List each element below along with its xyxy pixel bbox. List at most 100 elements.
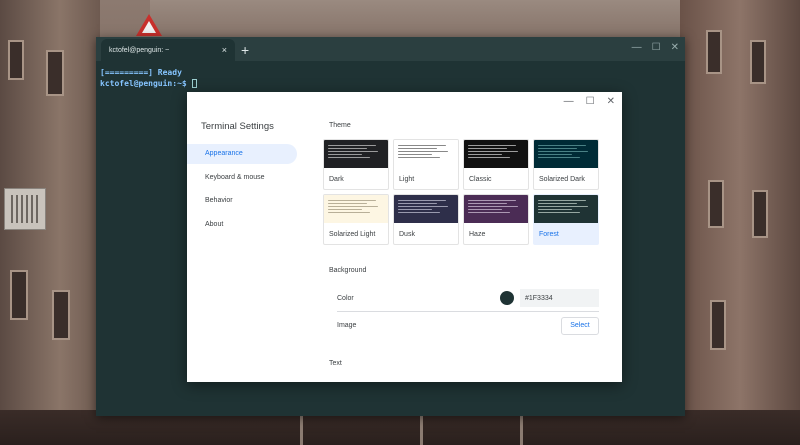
preview-line	[398, 205, 449, 207]
theme-card-forest[interactable]: Forest	[533, 194, 599, 245]
maximize-icon[interactable]: ☐	[652, 42, 661, 53]
nav-item-keyboard-mouse[interactable]: Keyboard & mouse	[187, 168, 297, 188]
preview-line	[328, 202, 368, 204]
background-color-row: Color	[337, 285, 599, 312]
preview-line	[468, 211, 510, 213]
theme-preview	[534, 140, 598, 168]
image-label: Image	[337, 322, 357, 329]
theme-card-light[interactable]: Light	[393, 139, 459, 190]
theme-name: Solarized Dark	[539, 176, 585, 183]
text-section-title: Text	[329, 360, 342, 367]
window-decoration	[710, 300, 726, 350]
close-icon[interactable]: ✕	[607, 96, 615, 107]
terminal-prompt: kctofel@penguin:~$	[100, 79, 192, 88]
theme-name: Solarized Light	[329, 231, 376, 238]
preview-line	[328, 144, 376, 146]
preview-line	[468, 150, 519, 152]
window-decoration	[750, 40, 766, 84]
theme-name: Light	[399, 176, 415, 183]
preview-line	[328, 205, 379, 207]
theme-grid: Dark Light Classic Solarized Dark Solari…	[323, 139, 601, 245]
select-image-button[interactable]: Select	[561, 316, 599, 335]
preview-line	[468, 153, 502, 155]
terminal-tab-bar: kctofel@penguin: ~ × + — ☐ ✕	[96, 37, 685, 61]
nav-item-appearance[interactable]: Appearance	[187, 144, 297, 164]
terminal-settings-dialog: — ☐ ✕ Terminal Settings Appearance Keybo…	[187, 92, 622, 382]
preview-line	[538, 153, 572, 155]
building-right	[680, 0, 800, 445]
preview-line	[468, 147, 508, 149]
nav-item-about[interactable]: About	[187, 215, 297, 235]
theme-preview	[394, 140, 458, 168]
color-hex-input[interactable]	[520, 289, 599, 307]
window-decoration	[8, 40, 24, 80]
maximize-icon[interactable]: ☐	[586, 96, 595, 107]
window-decoration	[706, 30, 722, 74]
terminal-cursor	[191, 79, 197, 88]
preview-line	[538, 199, 586, 201]
preview-line	[398, 144, 446, 146]
background-section-title: Background	[329, 267, 367, 274]
background-image-row: Image Select	[337, 312, 599, 339]
preview-line	[538, 144, 586, 146]
nav-item-behavior[interactable]: Behavior	[187, 191, 297, 211]
minimize-icon[interactable]: —	[564, 96, 574, 107]
terminal-tab-title: kctofel@penguin: ~	[109, 46, 170, 54]
theme-card-solarized-dark[interactable]: Solarized Dark	[533, 139, 599, 190]
preview-line	[328, 156, 370, 158]
theme-preview	[534, 195, 598, 223]
preview-line	[468, 199, 516, 201]
preview-line	[398, 153, 432, 155]
building-top	[150, 0, 690, 40]
terminal-tab[interactable]: kctofel@penguin: ~ ×	[101, 39, 235, 61]
settings-sidebar: Terminal Settings Appearance Keyboard & …	[187, 92, 302, 382]
theme-preview	[394, 195, 458, 223]
theme-section-title: Theme	[329, 122, 351, 129]
theme-card-dusk[interactable]: Dusk	[393, 194, 459, 245]
window-decoration	[46, 50, 64, 96]
theme-preview	[324, 195, 388, 223]
tab-close-icon[interactable]: ×	[222, 45, 227, 55]
preview-line	[538, 211, 580, 213]
theme-preview	[464, 195, 528, 223]
preview-line	[398, 211, 440, 213]
terminal-output[interactable]: [=========] Ready kctofel@penguin:~$	[96, 61, 685, 95]
theme-card-solarized-light[interactable]: Solarized Light	[323, 194, 389, 245]
theme-card-classic[interactable]: Classic	[463, 139, 529, 190]
window-decoration	[752, 190, 768, 238]
preview-line	[328, 147, 368, 149]
preview-line	[398, 147, 438, 149]
preview-line	[398, 202, 438, 204]
terminal-prompt-line: kctofel@penguin:~$	[100, 78, 681, 89]
air-conditioner-icon	[4, 188, 46, 230]
settings-nav: Appearance Keyboard & mouse Behavior Abo…	[187, 144, 297, 238]
new-tab-icon[interactable]: +	[241, 41, 249, 59]
settings-title: Terminal Settings	[201, 121, 274, 132]
preview-line	[468, 208, 502, 210]
preview-line	[538, 150, 589, 152]
theme-card-haze[interactable]: Haze	[463, 194, 529, 245]
preview-line	[398, 156, 440, 158]
preview-line	[328, 199, 376, 201]
theme-card-dark[interactable]: Dark	[323, 139, 389, 190]
preview-line	[538, 156, 580, 158]
settings-window-controls: — ☐ ✕	[564, 96, 615, 107]
theme-name: Forest	[539, 231, 559, 238]
color-label: Color	[337, 294, 354, 302]
theme-name: Dark	[329, 176, 344, 183]
preview-line	[468, 144, 516, 146]
color-swatch[interactable]	[500, 291, 514, 305]
preview-line	[398, 150, 449, 152]
window-decoration	[52, 290, 70, 340]
preview-line	[538, 205, 589, 207]
preview-line	[468, 202, 508, 204]
close-icon[interactable]: ✕	[671, 42, 679, 53]
minimize-icon[interactable]: —	[632, 42, 642, 53]
terminal-window-controls: — ☐ ✕	[632, 42, 679, 53]
preview-line	[538, 147, 578, 149]
preview-line	[398, 208, 432, 210]
preview-line	[328, 150, 379, 152]
preview-line	[538, 202, 578, 204]
theme-name: Dusk	[399, 231, 415, 238]
window-decoration	[708, 180, 724, 228]
